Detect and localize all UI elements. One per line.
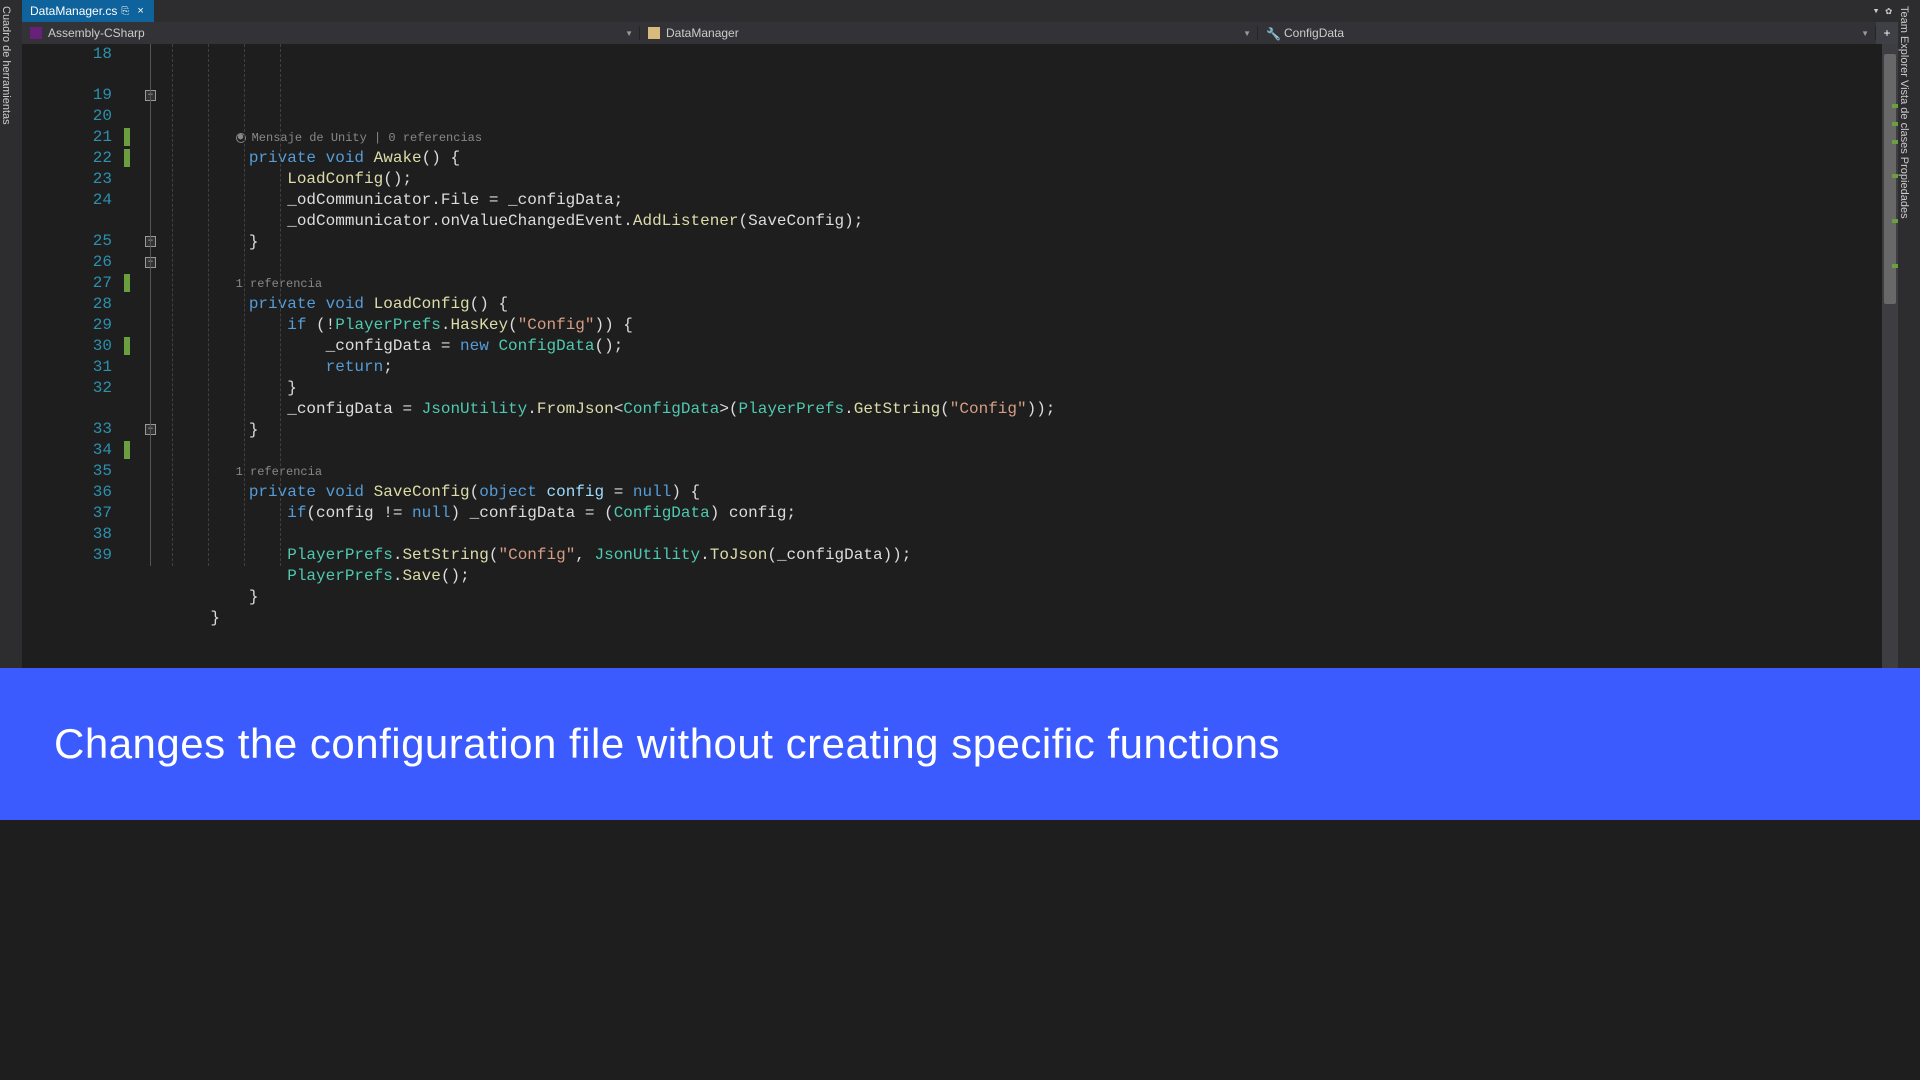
editor-pane: DataManager.cs ⎘ × ▾ ✿ Assembly-CSharp ▼… [22,0,1898,668]
code-line[interactable]: LoadConfig(); [162,169,1882,190]
unity-message-icon: ⬢ [236,133,246,143]
ide-window: Cuadro de herramientas DataManager.cs ⎘ … [0,0,1920,668]
side-panels-tabs[interactable]: Team Explorer Vista de clases Propiedade… [1898,0,1920,668]
change-indicator [1892,140,1898,144]
code-line[interactable]: PlayerPrefs.SetString("Config", JsonUtil… [162,545,1882,566]
document-tab-bar: DataManager.cs ⎘ × ▾ ✿ [22,0,1898,22]
chevron-down-icon[interactable]: ▼ [1861,29,1869,38]
change-indicator [1892,174,1898,178]
chevron-down-icon[interactable]: ▼ [625,29,633,38]
vertical-scrollbar[interactable] [1882,44,1898,668]
code-line[interactable]: if (!PlayerPrefs.HasKey("Config")) { [162,315,1882,336]
csharp-project-icon [30,27,42,39]
breadcrumb-project[interactable]: Assembly-CSharp ▼ [22,26,640,40]
code-line[interactable]: } [162,378,1882,399]
code-line[interactable]: if(config != null) _configData = (Config… [162,503,1882,524]
breadcrumb-class-label: DataManager [666,26,739,40]
breadcrumb-member[interactable]: 🔧 ConfigData ▼ [1258,26,1876,40]
breadcrumb-class[interactable]: DataManager ▼ [640,26,1258,40]
change-indicator [1892,219,1898,223]
change-indicator [1892,104,1898,108]
code-line[interactable]: _odCommunicator.File = _configData; [162,190,1882,211]
fold-column: −−−− [142,44,162,668]
code-line[interactable]: private void LoadConfig() { [162,294,1882,315]
code-editor[interactable]: 1819202122232425262728293031323334353637… [22,44,1898,668]
close-icon[interactable]: × [135,5,145,17]
code-line[interactable]: } [162,608,1882,629]
codelens-hint[interactable]: 1 referencia [162,274,1882,294]
change-indicator [1892,264,1898,268]
file-tab-datamanager[interactable]: DataManager.cs ⎘ × [22,0,154,22]
tab-overflow-icon[interactable]: ▾ [1873,4,1880,18]
line-number-gutter: 1819202122232425262728293031323334353637… [22,44,122,668]
wrench-icon: 🔧 [1266,27,1278,39]
code-line[interactable] [162,441,1882,462]
code-line[interactable]: private void Awake() { [162,148,1882,169]
codelens-hint[interactable]: ⬢Mensaje de Unity | 0 referencias [162,128,1882,148]
code-line[interactable]: private void SaveConfig(object config = … [162,482,1882,503]
breadcrumb-project-label: Assembly-CSharp [48,26,145,40]
code-line[interactable] [162,524,1882,545]
chevron-down-icon[interactable]: ▼ [1243,29,1251,38]
code-line[interactable]: } [162,420,1882,441]
code-line[interactable]: _configData = JsonUtility.FromJson<Confi… [162,399,1882,420]
pin-icon[interactable]: ⎘ [121,6,131,17]
change-indicator [1892,122,1898,126]
caption-text: Changes the configuration file without c… [54,720,1280,768]
navigation-breadcrumb: Assembly-CSharp ▼ DataManager ▼ 🔧 Config… [22,22,1898,44]
code-line[interactable]: return; [162,357,1882,378]
settings-icon[interactable]: ✿ [1885,4,1892,18]
caption-banner: Changes the configuration file without c… [0,668,1920,820]
code-line[interactable]: _odCommunicator.onValueChangedEvent.AddL… [162,211,1882,232]
code-line[interactable] [162,107,1882,128]
split-editor-button[interactable]: + [1876,22,1898,44]
breadcrumb-member-label: ConfigData [1284,26,1344,40]
code-line[interactable]: } [162,587,1882,608]
change-markers [122,44,142,668]
code-line[interactable]: _configData = new ConfigData(); [162,336,1882,357]
tab-filename: DataManager.cs [30,4,117,18]
code-line[interactable] [162,253,1882,274]
toolbox-panel-tab[interactable]: Cuadro de herramientas [0,0,22,668]
code-area[interactable]: ⬢Mensaje de Unity | 0 referencias privat… [162,44,1882,668]
codelens-hint[interactable]: 1 referencia [162,462,1882,482]
class-icon [648,27,660,39]
code-line[interactable]: } [162,232,1882,253]
code-line[interactable]: PlayerPrefs.Save(); [162,566,1882,587]
